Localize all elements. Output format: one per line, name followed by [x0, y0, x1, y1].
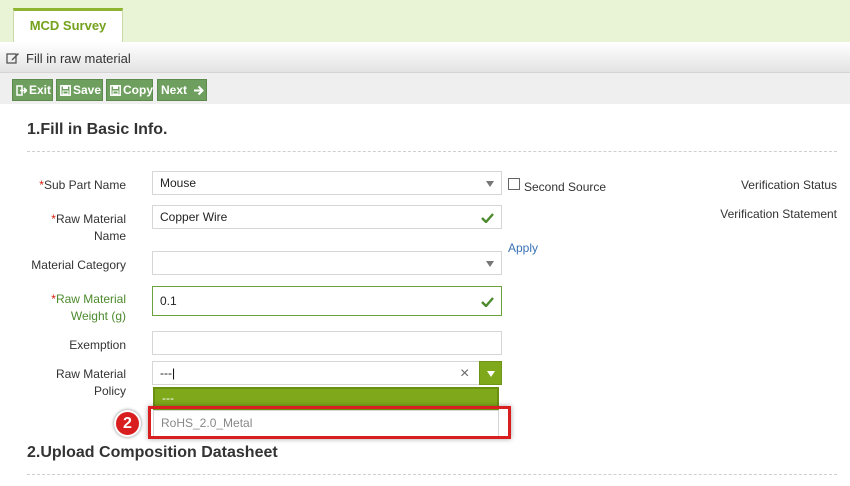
chevron-down-icon: [486, 261, 494, 267]
raw-material-weight-label: *Raw Material Weight (g): [51, 292, 126, 323]
annotation-highlight-box: [148, 406, 511, 439]
check-icon: [481, 297, 494, 307]
tab-mcd-survey[interactable]: MCD Survey: [13, 8, 123, 43]
top-tab-bar: [0, 0, 850, 42]
sub-part-name-select[interactable]: Mouse: [152, 171, 502, 195]
second-source-checkbox[interactable]: [508, 178, 520, 190]
next-button[interactable]: Next: [157, 79, 207, 101]
exit-button[interactable]: Exit: [12, 79, 53, 101]
next-label: Next: [161, 83, 188, 97]
section-title-upload: 2.Upload Composition Datasheet: [27, 444, 278, 461]
arrow-right-icon: [194, 85, 205, 96]
divider: [27, 151, 837, 152]
chevron-down-icon: [486, 181, 494, 187]
raw-material-policy-label: Raw Material Policy: [55, 367, 126, 398]
exemption-input[interactable]: [152, 331, 502, 355]
material-category-label: Material Category: [31, 258, 126, 272]
exit-label: Exit: [29, 83, 52, 97]
section-title-basic-info: 1.Fill in Basic Info.: [27, 121, 168, 138]
step-badge: 2: [114, 410, 141, 437]
raw-material-name-label: *Raw Material Name: [51, 212, 126, 243]
edit-icon: [6, 53, 19, 64]
check-icon: [481, 213, 494, 223]
clear-icon[interactable]: ×: [460, 366, 469, 382]
sign-out-icon: [16, 85, 28, 96]
apply-link[interactable]: Apply: [508, 241, 538, 255]
save-button[interactable]: Save: [56, 79, 103, 101]
copy-icon: [110, 85, 121, 96]
copy-button[interactable]: Copy: [106, 79, 153, 101]
material-category-select[interactable]: [152, 251, 502, 275]
page-title-bar: Fill in raw material: [0, 42, 850, 73]
raw-material-policy-select[interactable]: ---|: [152, 361, 480, 385]
sub-part-name-label: *Sub Part Name: [39, 178, 126, 192]
exemption-label: Exemption: [69, 338, 126, 352]
copy-label: Copy: [123, 83, 153, 97]
save-icon: [60, 85, 71, 96]
dropdown-toggle-button[interactable]: [479, 361, 502, 385]
save-label: Save: [73, 83, 102, 97]
chevron-down-icon: [487, 371, 495, 377]
page-title: Fill in raw material: [26, 51, 131, 66]
raw-material-name-input[interactable]: Copper Wire: [152, 205, 502, 229]
raw-material-weight-input[interactable]: 0.1: [152, 286, 502, 316]
second-source-label: Second Source: [524, 180, 607, 194]
verification-statement-label: Verification Statement: [720, 207, 837, 221]
divider: [27, 474, 837, 475]
verification-status-label: Verification Status: [740, 178, 837, 192]
